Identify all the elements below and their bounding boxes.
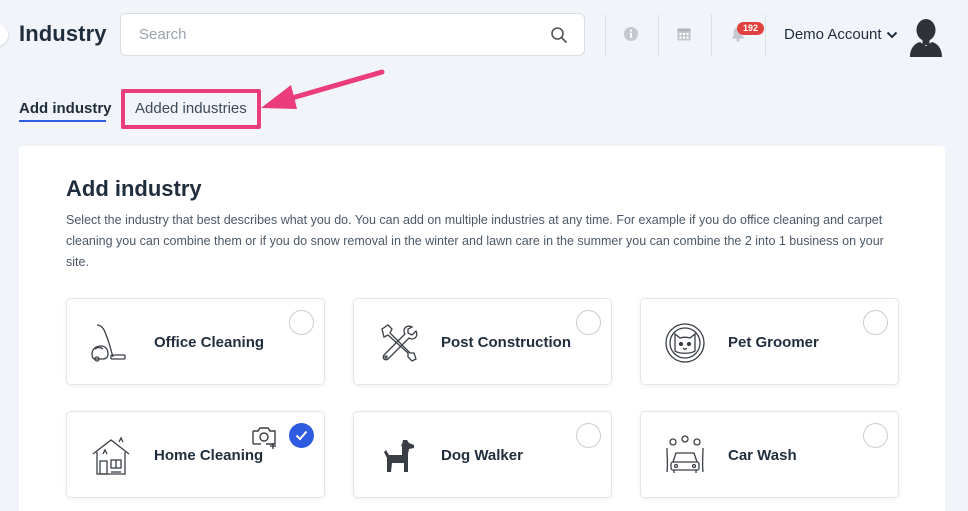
divider: [765, 14, 766, 56]
industry-label: Pet Groomer: [728, 334, 819, 351]
industry-select-radio-checked[interactable]: [289, 423, 314, 448]
search-input[interactable]: [121, 14, 541, 55]
annotation-arrow: [261, 69, 385, 109]
add-industry-card: Add industry Select the industry that be…: [19, 146, 945, 511]
active-tab-indicator: [19, 120, 106, 122]
industry-select-radio[interactable]: [863, 310, 888, 335]
sidebar-toggle[interactable]: [0, 24, 8, 46]
section-title: Add industry: [66, 176, 202, 201]
house-icon: [92, 436, 130, 475]
calendar-icon[interactable]: [676, 26, 692, 42]
industry-select-radio[interactable]: [576, 423, 601, 448]
industry-tile-office-cleaning[interactable]: Office Cleaning: [66, 298, 325, 385]
industry-label: Home Cleaning: [154, 447, 264, 464]
tools-icon: [381, 324, 418, 362]
annotation-highlight-box: [121, 89, 261, 129]
tab-add-industry[interactable]: Add industry: [19, 100, 112, 117]
industry-tile-post-construction[interactable]: Post Construction: [353, 298, 612, 385]
industry-select-radio[interactable]: [576, 310, 601, 335]
notification-badge: 192: [737, 22, 764, 35]
industry-label: Dog Walker: [441, 447, 523, 464]
industry-tile-home-cleaning[interactable]: Home Cleaning: [66, 411, 325, 498]
industry-select-radio[interactable]: [289, 310, 314, 335]
page-title: Industry: [19, 21, 107, 46]
divider: [711, 14, 712, 56]
divider: [658, 14, 659, 56]
account-label: Demo Account: [784, 26, 882, 43]
industry-label: Office Cleaning: [154, 334, 265, 351]
industry-label: Post Construction: [441, 334, 571, 351]
search-icon[interactable]: [550, 26, 568, 44]
vacuum-icon: [91, 324, 126, 362]
search-box[interactable]: [120, 13, 585, 56]
chevron-down-icon: [886, 31, 897, 38]
info-icon[interactable]: [623, 26, 639, 42]
top-bar: Industry 192 Demo Account: [0, 0, 968, 72]
industry-tile-car-wash[interactable]: Car Wash: [640, 411, 899, 498]
car-wash-icon: [666, 435, 704, 473]
upload-photo-icon[interactable]: [251, 424, 279, 450]
avatar[interactable]: [906, 15, 946, 57]
checkmark-icon: [295, 430, 308, 441]
cat-icon: [665, 323, 705, 363]
account-menu-button[interactable]: Demo Account: [784, 26, 898, 43]
industry-tile-dog-walker[interactable]: Dog Walker: [353, 411, 612, 498]
industry-select-radio[interactable]: [863, 423, 888, 448]
dog-icon: [384, 440, 414, 472]
industry-tile-pet-groomer[interactable]: Pet Groomer: [640, 298, 899, 385]
industry-label: Car Wash: [728, 447, 797, 464]
section-description: Select the industry that best describes …: [66, 213, 884, 269]
divider: [605, 14, 606, 56]
